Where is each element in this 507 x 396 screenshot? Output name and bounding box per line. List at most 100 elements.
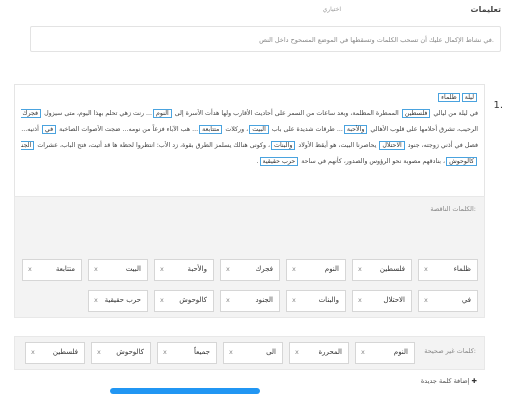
wrong-words-panel: كلمات غير صحيحة: x النوم x المحررة x الى x جميع… <box>14 336 485 370</box>
blank-token[interactable]: والبنات <box>271 141 296 150</box>
word-chip[interactable]: x النوم <box>286 259 346 281</box>
question-text: ، وركلات <box>223 126 249 133</box>
blank-token[interactable]: في <box>41 125 57 134</box>
missing-words-label: الكلمات الناقصة: <box>430 205 476 213</box>
word-chip-label: النوم <box>324 265 339 273</box>
word-chip-label: فلسطين <box>379 265 405 273</box>
word-chip[interactable]: x فلسطين <box>352 259 412 281</box>
blank-token[interactable]: ليلة <box>461 93 477 102</box>
word-chip[interactable]: x فجرك <box>220 259 280 281</box>
remove-icon[interactable]: x <box>31 348 35 356</box>
word-chip-label: كالوحوش <box>179 296 207 304</box>
question-line: كالوحوش، بنادقهم مصوبة نحو الرؤوس والصدو… <box>21 155 478 169</box>
missing-words-panel: الكلمات الناقصة: x ظلماء x فلسطين x النوم x فجر… <box>14 196 485 318</box>
remove-icon[interactable]: x <box>424 296 428 304</box>
word-chip-label: البيت <box>125 265 141 273</box>
word-chip-label: فلسطين <box>52 348 78 356</box>
word-chip-label: ظلماء <box>453 265 471 273</box>
remove-icon[interactable]: x <box>361 348 365 356</box>
word-chip-label: جميعاً <box>194 348 210 356</box>
remove-icon[interactable]: x <box>358 265 362 273</box>
word-chip[interactable]: x ظلماء <box>418 259 478 281</box>
word-chip[interactable]: x والبنات <box>286 290 346 312</box>
question-line: ليلةظلماء <box>21 91 478 105</box>
question-text: فصل في أذني زوجته، جنود <box>405 142 478 149</box>
question-text: ، بنادقهم مصوبة نحو الرؤوس والصدور، كأنه… <box>299 158 446 165</box>
remove-icon[interactable]: x <box>292 296 296 304</box>
question-text: الرحيب، تشرق أحلامها على قلوب الأهالي <box>368 126 478 133</box>
question-text: أذنيه... فتح الباب...جيش...قتح <box>21 126 39 133</box>
remove-icon[interactable]: x <box>295 348 299 356</box>
word-chip-label: النوم <box>393 348 408 356</box>
word-chip-label: الجنود <box>255 296 273 304</box>
optional-label: اختياري <box>322 6 341 13</box>
remove-icon[interactable]: x <box>160 296 164 304</box>
word-chip-label: الاحتلال <box>383 296 405 304</box>
question-text: الممطرة المظلمة، وبعد ساعات من السمر على… <box>172 110 401 117</box>
blank-token[interactable]: كالوحوش <box>446 157 477 166</box>
instructions-field[interactable]: في نشاط الإكمال عليك أن تسحب الكلمات وتس… <box>30 26 501 52</box>
question-text: . <box>256 158 259 165</box>
word-chip-label: الى <box>266 348 276 356</box>
word-chip-label: متتابعة <box>55 265 75 273</box>
question-line: في ليلة من ليالي فلسطين الممطرة المظلمة،… <box>21 107 478 121</box>
question-text: في ليلة من ليالي <box>431 110 478 117</box>
word-chip-label: في <box>461 296 471 304</box>
question-text: ، وكونى هنالك يسلمز الطرق بقوة، زد الأب:… <box>35 142 271 149</box>
remove-icon[interactable]: x <box>160 265 164 273</box>
word-chip[interactable]: x النوم <box>355 342 415 364</box>
blank-token[interactable]: الاحتلال <box>379 141 405 150</box>
word-chip[interactable]: x المحررة <box>289 342 349 364</box>
remove-icon[interactable]: x <box>226 265 230 273</box>
blank-token[interactable]: فلسطين <box>401 109 431 118</box>
word-chip-label: والبنات <box>318 296 339 304</box>
remove-icon[interactable]: x <box>163 348 167 356</box>
question-text: ... هب الآباء فزعاً من نومه... ضجت الأصو… <box>57 126 199 133</box>
blank-token[interactable]: الجنود <box>21 141 35 150</box>
question-text-box[interactable]: ليلةظلماء في ليلة من ليالي فلسطين الممطرة… <box>14 84 485 198</box>
wrong-words-label: كلمات غير صحيحة: <box>424 347 476 355</box>
remove-icon[interactable]: x <box>424 265 428 273</box>
blank-token[interactable]: فجرك <box>21 109 42 118</box>
word-chip[interactable]: x الاحتلال <box>352 290 412 312</box>
remove-icon[interactable]: x <box>226 296 230 304</box>
question-text: ... رنت زهي تحلم بهذا اليوم، متى سيزول <box>42 110 153 117</box>
word-chip[interactable]: x حرب حقيقية <box>88 290 148 312</box>
question-text: ... طرقات شديدة على باب <box>269 126 343 133</box>
word-chip[interactable]: x الجنود <box>220 290 280 312</box>
remove-icon[interactable]: x <box>229 348 233 356</box>
blank-token[interactable]: البيت <box>249 125 269 134</box>
remove-icon[interactable]: x <box>94 296 98 304</box>
blank-token[interactable]: متتابعة <box>199 125 223 134</box>
add-word-label: إضافة كلمة جديدة <box>420 377 470 385</box>
word-chip-label: والأحبة <box>187 265 207 273</box>
blank-token[interactable]: النوم <box>153 109 172 118</box>
add-word-link[interactable]: إضافة كلمة جديدة ✚ <box>421 377 477 385</box>
question-text: يحاصرنا البيت، هو أيقظ الأولاد <box>296 142 379 149</box>
question-line: فصل في أذني زوجته، جنود الاحتلال يحاصرنا… <box>21 139 478 153</box>
word-chip[interactable]: x متتابعة <box>22 259 82 281</box>
blank-token[interactable]: والأحبة <box>343 125 368 134</box>
word-chip[interactable]: x جميعاً <box>157 342 217 364</box>
instructions-title: تعليمات <box>470 5 501 14</box>
word-chip-label: فجرك <box>255 265 274 273</box>
remove-icon[interactable]: x <box>292 265 296 273</box>
word-chip[interactable]: x والأحبة <box>154 259 214 281</box>
remove-icon[interactable]: x <box>94 265 98 273</box>
remove-icon[interactable]: x <box>358 296 362 304</box>
word-chip-label: المحررة <box>318 348 342 356</box>
blank-token[interactable]: ظلماء <box>438 93 460 102</box>
plus-icon: ✚ <box>471 377 477 385</box>
remove-icon[interactable]: x <box>28 265 32 273</box>
question-line: الرحيب، تشرق أحلامها على قلوب الأهالي وا… <box>21 123 478 137</box>
word-chip[interactable]: x كالوحوش <box>154 290 214 312</box>
submit-bar[interactable] <box>110 388 260 394</box>
word-chip[interactable]: x في <box>418 290 478 312</box>
word-chip[interactable]: x فلسطين <box>25 342 85 364</box>
blank-token[interactable]: حرب حقيقية <box>259 157 299 166</box>
word-chip[interactable]: x البيت <box>88 259 148 281</box>
word-chip-label: حرب حقيقية <box>104 296 141 304</box>
word-chip[interactable]: x الى <box>223 342 283 364</box>
remove-icon[interactable]: x <box>97 348 101 356</box>
word-chip[interactable]: x كالوحوش <box>91 342 151 364</box>
